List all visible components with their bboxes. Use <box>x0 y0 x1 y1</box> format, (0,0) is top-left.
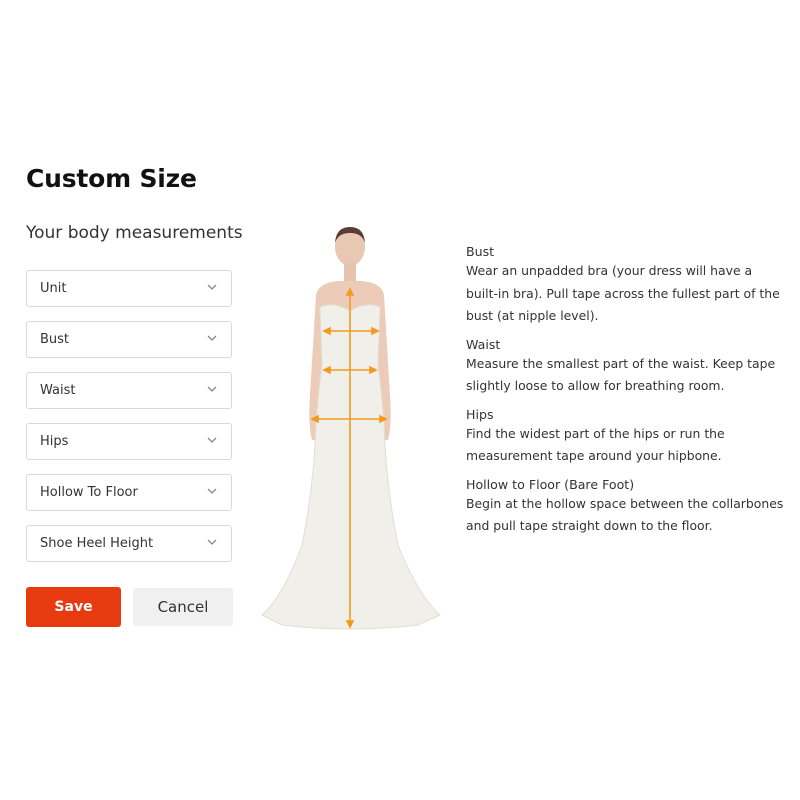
bust-select[interactable]: Bust <box>26 321 232 358</box>
chevron-down-icon <box>207 539 217 545</box>
guide-text: Measure the smallest part of the waist. … <box>466 355 776 394</box>
save-button[interactable]: Save <box>26 587 121 627</box>
model-dress <box>261 304 441 630</box>
guide-section-hips: Hips Find the widest part of the hips or… <box>466 406 786 468</box>
chevron-down-icon <box>207 437 217 443</box>
guide-text: Wear an unpadded bra (your dress will ha… <box>466 263 780 323</box>
guide-heading: Hollow to Floor (Bare Foot) <box>466 476 635 492</box>
guide-text: Begin at the hollow space between the co… <box>466 495 784 534</box>
guide-heading: Waist <box>466 336 501 352</box>
chevron-down-icon <box>207 335 217 341</box>
guide-section-bust: Bust Wear an unpadded bra (your dress wi… <box>466 243 786 328</box>
guide-section-hollow-to-floor: Hollow to Floor (Bare Foot) Begin at the… <box>466 476 786 538</box>
chevron-down-icon <box>207 488 217 494</box>
hips-select[interactable]: Hips <box>26 423 232 460</box>
chevron-down-icon <box>207 284 217 290</box>
select-label: Unit <box>40 281 67 296</box>
cancel-button[interactable]: Cancel <box>133 588 233 626</box>
select-label: Shoe Heel Height <box>40 536 154 551</box>
measurement-guide: Bust Wear an unpadded bra (your dress wi… <box>466 243 786 546</box>
select-label: Hips <box>40 434 69 449</box>
hollow-to-floor-select[interactable]: Hollow To Floor <box>26 474 232 511</box>
select-label: Bust <box>40 332 70 347</box>
page-title: Custom Size <box>26 164 197 193</box>
select-label: Waist <box>40 383 76 398</box>
guide-section-waist: Waist Measure the smallest part of the w… <box>466 336 786 398</box>
unit-select[interactable]: Unit <box>26 270 232 307</box>
guide-heading: Hips <box>466 406 494 422</box>
select-label: Hollow To Floor <box>40 485 138 500</box>
measurement-figure <box>261 227 441 630</box>
page-subtitle: Your body measurements <box>26 223 243 243</box>
chevron-down-icon <box>207 386 217 392</box>
guide-text: Find the widest part of the hips or run … <box>466 425 725 464</box>
shoe-heel-height-select[interactable]: Shoe Heel Height <box>26 525 232 562</box>
waist-select[interactable]: Waist <box>26 372 232 409</box>
guide-heading: Bust <box>466 244 495 259</box>
